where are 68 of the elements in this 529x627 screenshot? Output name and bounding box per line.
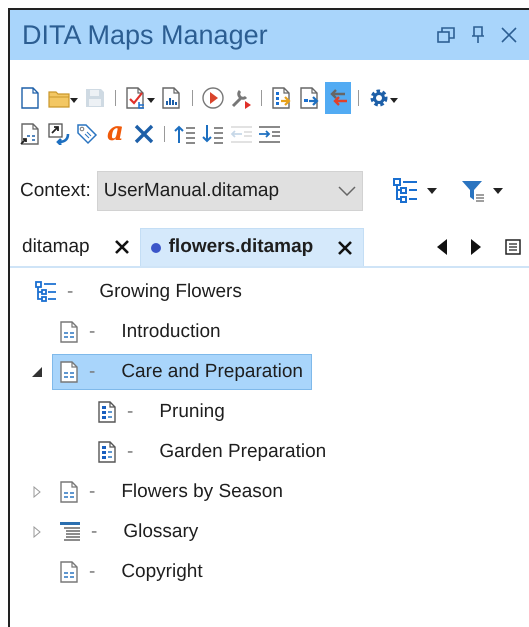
topic-document-icon: [59, 321, 79, 343]
pin-icon[interactable]: [471, 26, 485, 44]
tree-node[interactable]: - Growing Flowers: [28, 274, 251, 310]
restore-icon[interactable]: [437, 27, 455, 43]
tree-node[interactable]: - Garden Preparation: [90, 434, 336, 470]
separator-dash: -: [127, 440, 134, 464]
separator-dash: -: [89, 320, 96, 344]
tree-node[interactable]: - Pruning: [90, 394, 234, 430]
separator-dash: -: [89, 480, 96, 504]
node-title: Care and Preparation: [121, 360, 303, 384]
move-down-icon: [202, 123, 224, 145]
validate-icon: [125, 87, 147, 109]
context-dropdown[interactable]: UserManual.ditamap: [96, 171, 363, 211]
close-icon[interactable]: [114, 239, 130, 255]
topic-document-icon: [59, 361, 79, 383]
file-tab[interactable]: flowers.ditamap: [140, 228, 364, 266]
link-arrow-icon: [48, 123, 70, 145]
node-title: Growing Flowers: [99, 280, 242, 304]
modified-dot: [150, 242, 161, 252]
node-title: Pruning: [159, 400, 225, 424]
tree-node[interactable]: - Copyright: [52, 554, 212, 590]
filter-icon[interactable]: [460, 179, 485, 203]
tree-node[interactable]: - Introduction: [52, 314, 230, 350]
expand-triangle-icon[interactable]: [33, 486, 41, 498]
play-icon: [202, 87, 224, 109]
node-title: Flowers by Season: [121, 480, 283, 504]
move-up-icon: [174, 123, 196, 145]
collapse-triangle-icon[interactable]: [32, 367, 42, 377]
separator-dash: -: [89, 560, 96, 584]
task-document-icon: [97, 401, 117, 423]
tag-icon: [76, 123, 98, 145]
topic-document-icon: [59, 561, 79, 583]
glossary-icon: [59, 521, 81, 543]
document-arrow-icon: [299, 87, 321, 109]
document-arrow-icon: [271, 87, 293, 109]
map-icon: [35, 281, 57, 303]
list-icon[interactable]: [505, 239, 521, 255]
expand-triangle-icon[interactable]: [33, 526, 41, 538]
context-label: Context:: [20, 178, 91, 203]
wrench-icon: [230, 87, 252, 109]
caret-icon: [70, 98, 78, 102]
caret-icon: [147, 98, 155, 102]
save-icon: [84, 87, 106, 109]
tree-node[interactable]: - Care and Preparation: [52, 354, 312, 390]
node-title: Introduction: [121, 320, 221, 344]
topic-document-icon: [59, 481, 79, 503]
chevron-down-icon: [338, 186, 356, 196]
node-title: Copyright: [121, 560, 203, 584]
node-title: Garden Preparation: [159, 440, 326, 464]
separator-dash: -: [127, 400, 134, 424]
close-icon[interactable]: [337, 240, 354, 256]
tree-node[interactable]: - Glossary: [52, 514, 208, 550]
caret-icon[interactable]: [492, 188, 503, 194]
scroll-left-icon[interactable]: [437, 239, 447, 255]
caret-icon: [390, 98, 398, 102]
separator-dash: -: [67, 280, 74, 304]
delete-icon: [132, 123, 155, 145]
node-title: Glossary: [123, 520, 198, 544]
tree-view-icon[interactable]: [392, 178, 419, 204]
window-title: DITA Maps Manager: [22, 18, 269, 52]
task-document-icon: [97, 441, 117, 463]
separator-dash: -: [91, 520, 98, 544]
tree-node[interactable]: - Flowers by Season: [52, 474, 292, 510]
file-tab[interactable]: ditamap: [10, 228, 140, 266]
gear-icon: [368, 87, 390, 109]
separator-dash: -: [89, 360, 96, 384]
caret-icon[interactable]: [426, 188, 437, 194]
scroll-right-icon[interactable]: [471, 239, 481, 255]
